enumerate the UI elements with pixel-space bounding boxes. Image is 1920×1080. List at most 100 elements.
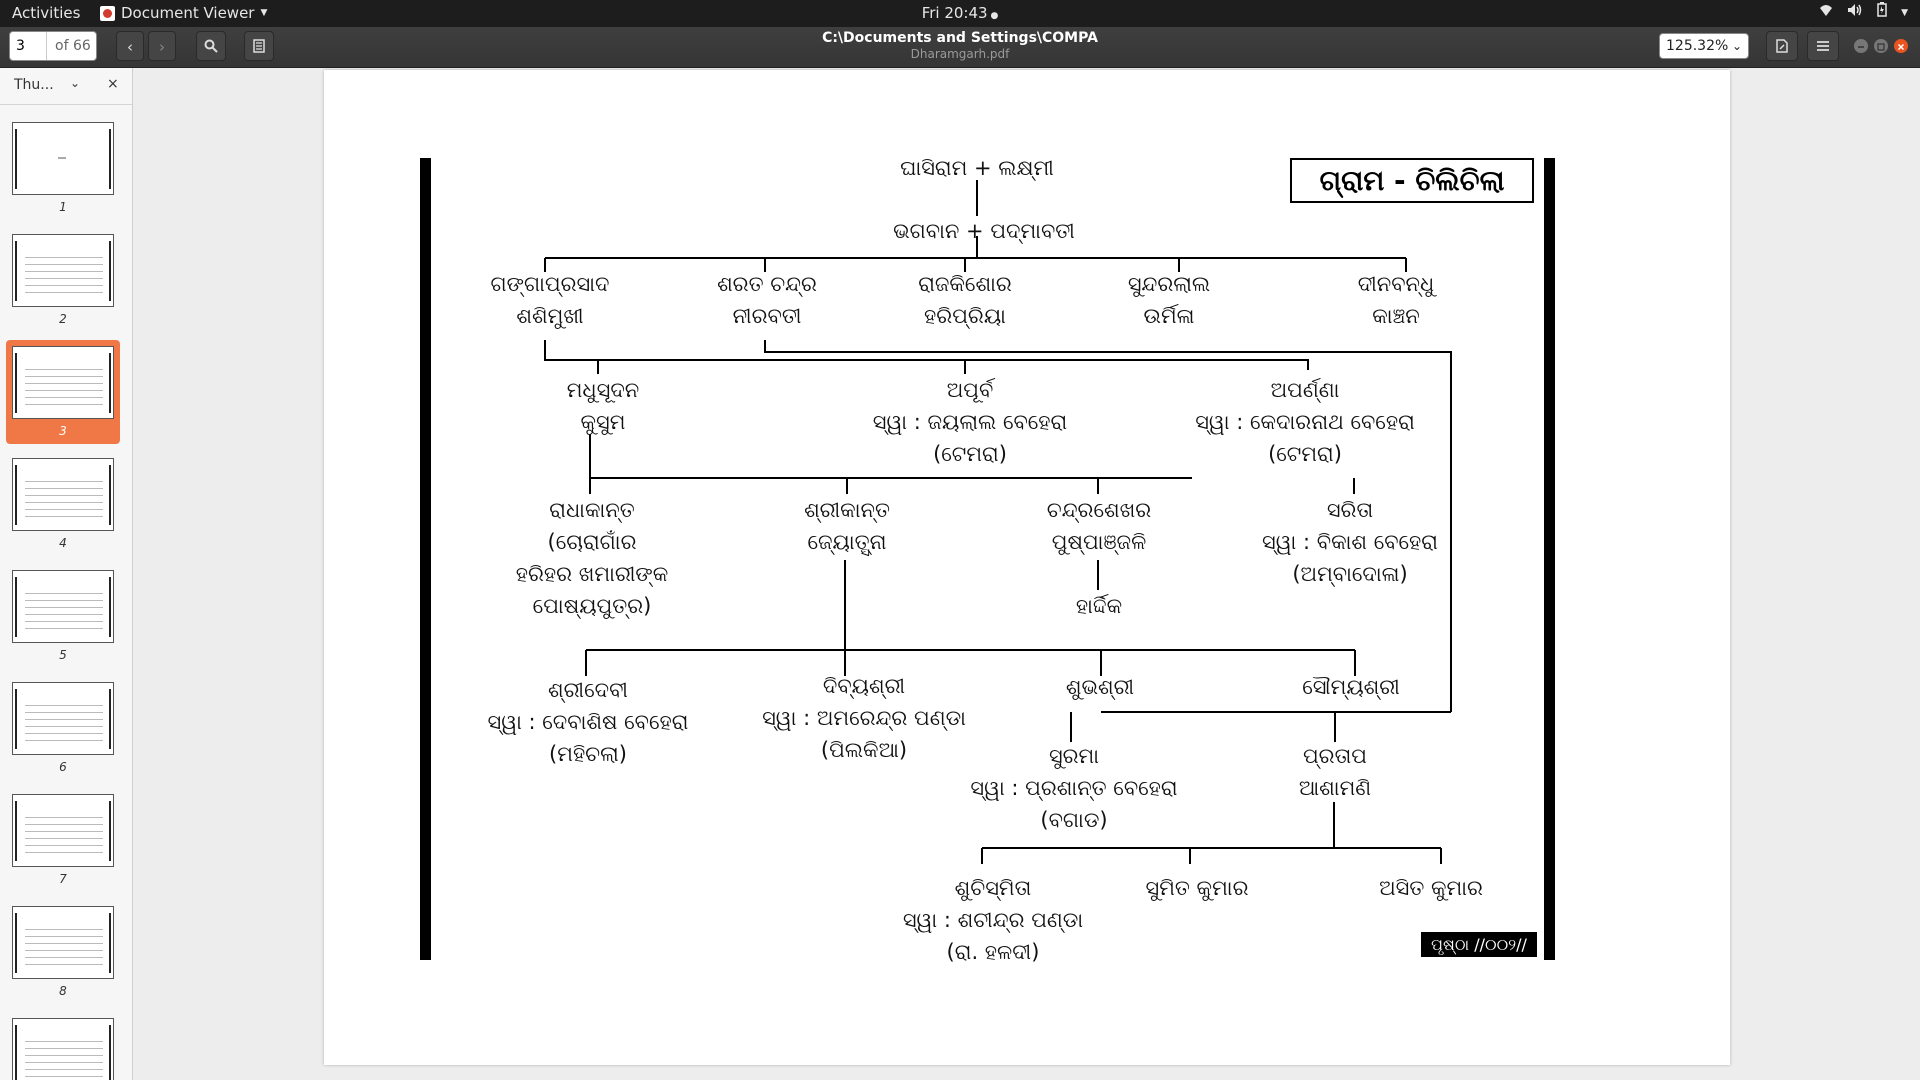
wifi-icon bbox=[1819, 0, 1833, 27]
node-line: ଅପର୍ଣ୍ଣା bbox=[1270, 378, 1340, 402]
node-line: ନୀରବତୀ bbox=[732, 304, 802, 328]
node-line: ଅପୂର୍ବ bbox=[946, 378, 994, 402]
tree-node-subhasri: ଶୁଭଶ୍ରୀ bbox=[1066, 671, 1134, 703]
minimize-icon bbox=[1858, 46, 1864, 48]
tree-node-ghasiram-laxmi: ଘାସିରାମ + ଲକ୍ଷ୍ମୀ bbox=[900, 152, 1054, 184]
hamburger-menu-icon bbox=[1817, 41, 1829, 51]
power-menu-icon: ▼ bbox=[1901, 8, 1908, 18]
notification-dot-icon: ● bbox=[987, 11, 999, 21]
thumbnail-page-1[interactable]: 1 bbox=[6, 116, 120, 220]
node-line: ଶଶିମୁଖୀ bbox=[516, 304, 584, 328]
top-bar: Activities Document Viewer ▼ Fri 20:43 ●… bbox=[0, 0, 1920, 27]
annotate-button[interactable] bbox=[1766, 31, 1798, 61]
tree-node-madhusudan: ମଧୁସୂଦନ କୁସୁମ bbox=[567, 374, 640, 438]
minimize-button[interactable] bbox=[1854, 39, 1868, 53]
node-line: ରାଧାକାନ୍ତ bbox=[549, 498, 635, 522]
zoom-level: 125.32% bbox=[1666, 38, 1729, 54]
chevron-down-icon[interactable]: ⌄ bbox=[70, 76, 80, 90]
node-line: ସୁନ୍ଦରଲାଲ bbox=[1127, 272, 1211, 296]
tree-node-suchismita: ଶୁଚିସ୍ମିତା ସ୍ୱା : ଶଚୀନ୍ଦ୍ର ପଣ୍ଡା (ରା. ହଳଦୀ… bbox=[903, 872, 1083, 968]
previous-page-button[interactable]: ‹ bbox=[116, 31, 144, 61]
tree-node-hardik: ହାର୍ଦ୍ଦିକ bbox=[1076, 590, 1122, 622]
thumbnail-page-3[interactable]: 3 bbox=[6, 340, 120, 444]
node-line: ସୌମ୍ୟଶ୍ରୀ bbox=[1302, 675, 1400, 699]
thumbnail-page-9[interactable] bbox=[6, 1012, 120, 1080]
tree-node-rajkishore: ରାଜକିଶୋର ହରିପ୍ରିୟା bbox=[918, 268, 1012, 332]
next-page-button[interactable]: › bbox=[148, 31, 176, 61]
node-line: ଭଗବାନ + ପଦ୍ମାବତୀ bbox=[893, 219, 1075, 243]
thumbnail-page-7[interactable]: 7 bbox=[6, 788, 120, 892]
node-line: ଶ୍ରୀକାନ୍ତ bbox=[804, 498, 890, 522]
node-line: (ଅମ୍ବାଦୋଳା) bbox=[1292, 562, 1408, 586]
document-viewer-icon bbox=[100, 6, 115, 21]
close-sidebar-icon[interactable]: × bbox=[107, 76, 119, 92]
node-line: କୁସୁମ bbox=[580, 410, 626, 434]
clock[interactable]: Fri 20:43 bbox=[922, 4, 988, 22]
node-line: ସ୍ୱା : କେଦାରନାଥ ବେହେରା bbox=[1195, 410, 1415, 434]
node-line: ଜ୍ୟୋତ୍ସ୍ନା bbox=[807, 530, 887, 554]
page-selector[interactable]: of 66 bbox=[9, 31, 97, 61]
thumbnail-page-8[interactable]: 8 bbox=[6, 900, 120, 1004]
tree-node-pratap: ପ୍ରତାପ ଆଶାମଣି bbox=[1299, 740, 1371, 804]
node-line: ଗଙ୍ଗାପ୍ରସାଦ bbox=[490, 272, 610, 296]
page-total-label: of 66 bbox=[55, 38, 91, 54]
node-line: ପ୍ରତାପ bbox=[1302, 744, 1368, 768]
edit-document-icon bbox=[1776, 39, 1788, 53]
thumbnail-number: 2 bbox=[59, 312, 67, 326]
node-line: ମଧୁସୂଦନ bbox=[566, 378, 640, 402]
search-button[interactable] bbox=[196, 31, 226, 61]
system-tray[interactable]: ▼ bbox=[1819, 0, 1908, 27]
node-line: (ମହିଚଲା) bbox=[549, 742, 627, 766]
maximize-button[interactable] bbox=[1874, 39, 1888, 53]
menu-button[interactable] bbox=[1807, 31, 1839, 61]
tree-node-asit-kumar: ଅସିତ କୁମାର bbox=[1379, 872, 1483, 904]
search-icon bbox=[204, 39, 218, 53]
tree-node-sarita: ସରିତା ସ୍ୱା : ବିକାଶ ବେହେରା (ଅମ୍ବାଦୋଳା) bbox=[1262, 494, 1438, 590]
close-window-button[interactable] bbox=[1894, 39, 1908, 53]
chevron-left-icon: ‹ bbox=[127, 38, 133, 56]
node-line: ହରିହର ଖମାରୀଙ୍କ bbox=[515, 562, 669, 586]
annotations-button[interactable] bbox=[244, 31, 274, 61]
tree-node-sridevi: ଶ୍ରୀଦେବୀ ସ୍ୱା : ଦେବାଶିଷ ବେହେରା (ମହିଚଲା) bbox=[488, 674, 689, 770]
window-title: C:\Documents and Settings\COMPA bbox=[822, 30, 1098, 46]
tree-node-surama: ସୁରମା ସ୍ୱା : ପ୍ରଶାନ୍ତ ବେହେରା (ବଗାଡ) bbox=[970, 740, 1177, 836]
thumbnail-page-2[interactable]: 2 bbox=[6, 228, 120, 332]
sidebar-mode-label[interactable]: Thu... bbox=[14, 77, 54, 93]
node-line: ରାଜକିଶୋର bbox=[918, 272, 1012, 296]
sidebar: Thu... ⌄ × 1 2 3 4 5 6 7 8 bbox=[0, 68, 133, 1080]
maximize-icon bbox=[1877, 43, 1885, 51]
document-page[interactable]: ଗ୍ରାମ - ଚିଲିଚିଲା ଘାସିରାମ + ଲକ୍ଷ୍ମୀ ଭଗବାନ… bbox=[324, 70, 1730, 1065]
node-line: ଦୀନବନ୍ଧୁ bbox=[1357, 272, 1435, 296]
node-line: ସୁମିତ କୁମାର bbox=[1145, 876, 1249, 900]
thumbnail-page-6[interactable]: 6 bbox=[6, 676, 120, 780]
tree-node-sumit-kumar: ସୁମିତ କୁମାର bbox=[1146, 872, 1249, 904]
tree-node-chandrasekhar: ଚନ୍ଦ୍ରଶେଖର ପୁଷ୍ପାଞ୍ଜଳି bbox=[1047, 494, 1151, 558]
page-number-input[interactable] bbox=[10, 32, 47, 60]
node-line: ଦିବ୍ୟଶ୍ରୀ bbox=[822, 674, 906, 698]
chevron-down-icon: ⌄ bbox=[1731, 39, 1742, 53]
activities-button[interactable]: Activities bbox=[12, 0, 80, 27]
node-line: (ରା. ହଳଦୀ) bbox=[946, 940, 1040, 964]
node-line: ହାର୍ଦ୍ଦିକ bbox=[1075, 594, 1123, 618]
node-line: ଶୁଭଶ୍ରୀ bbox=[1065, 675, 1135, 699]
app-menu[interactable]: Document Viewer ▼ bbox=[100, 0, 267, 27]
volume-icon bbox=[1847, 0, 1863, 27]
node-line: ଆଶାମଣି bbox=[1298, 776, 1372, 800]
header-bar: of 66 ‹ › C:\Documents and Settings\COMP… bbox=[0, 27, 1920, 68]
annotations-icon bbox=[253, 39, 265, 53]
thumbnail-image bbox=[12, 682, 114, 755]
tree-node-soumyasri: ସୌମ୍ୟଶ୍ରୀ bbox=[1302, 671, 1400, 703]
chevron-down-icon: ▼ bbox=[260, 8, 268, 18]
thumbnail-page-4[interactable]: 4 bbox=[6, 452, 120, 556]
zoom-selector[interactable]: 125.32% ⌄ bbox=[1659, 33, 1749, 59]
node-line: ଉର୍ମିଳା bbox=[1143, 304, 1195, 328]
thumbnail-number: 5 bbox=[59, 648, 67, 662]
app-menu-label: Document Viewer bbox=[121, 4, 255, 22]
thumbnail-image bbox=[12, 458, 114, 531]
thumbnail-page-5[interactable]: 5 bbox=[6, 564, 120, 668]
tree-node-radhakanta: ରାଧାକାନ୍ତ (ଚୋରାଗାଁର ହରିହର ଖମାରୀଙ୍କ ପୋଷ୍ୟପୁତ… bbox=[516, 494, 669, 622]
tree-node-bhagaban-padmabati: ଭଗବାନ + ପଦ୍ମାବତୀ bbox=[893, 215, 1075, 247]
node-line: ହରିପ୍ରିୟା bbox=[924, 304, 1006, 328]
node-line: (ବଗାଡ) bbox=[1040, 808, 1108, 832]
node-line: (ଟେମରା) bbox=[933, 442, 1007, 466]
